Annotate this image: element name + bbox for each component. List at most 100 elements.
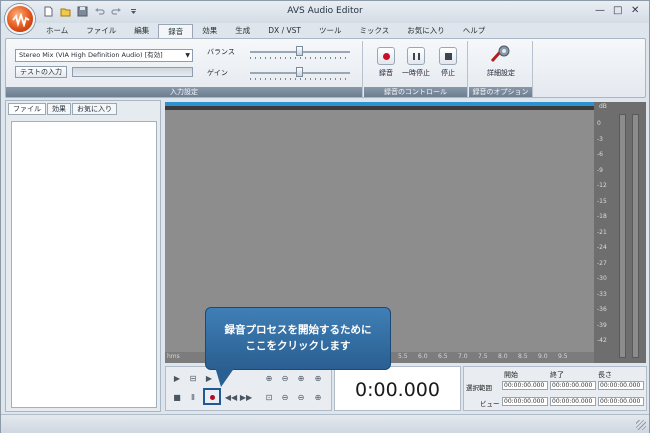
zoom-out-icon[interactable]: ⊖ — [278, 372, 292, 385]
callout-line-1: 録音プロセスを開始するために — [224, 324, 372, 336]
panel-tab-effects[interactable]: 効果 — [47, 103, 71, 115]
tab-tools[interactable]: ツール — [310, 24, 351, 38]
stop-icon — [439, 47, 457, 65]
status-bar — [1, 414, 649, 433]
pause-transport-icon[interactable]: Ⅱ — [186, 391, 200, 404]
tab-record[interactable]: 録音 — [158, 24, 194, 39]
gain-slider[interactable] — [250, 67, 350, 81]
view-end-field[interactable]: 00:00:00.000 — [550, 397, 596, 406]
panel-tabs: ファイル 効果 お気に入り — [8, 103, 118, 115]
fast-forward-icon[interactable]: ▶▶ — [239, 391, 253, 404]
zoom-full-icon[interactable]: ⊖ — [278, 391, 292, 404]
zoom-vertical-out-icon[interactable]: ⊖ — [294, 391, 308, 404]
test-input-button[interactable]: テストの入力 — [15, 66, 67, 78]
balance-slider[interactable] — [250, 46, 350, 60]
record-options-label: 録音のオプション — [469, 87, 532, 97]
zoom-fit-icon[interactable]: ⊡ — [262, 391, 276, 404]
tab-dx-vst[interactable]: DX / VST — [259, 24, 310, 38]
tick-label: 9.0 — [538, 353, 548, 360]
header-end: 終了 — [550, 371, 564, 379]
title-bar: AVS Audio Editor — □ ✕ — [1, 1, 649, 23]
advanced-settings-button[interactable]: 詳細設定 — [481, 45, 521, 78]
row-label-selection: 選択範囲 — [466, 384, 492, 392]
panel-tab-favorites[interactable]: お気に入り — [72, 103, 117, 115]
meter-tick-label: -3 — [597, 135, 603, 143]
tick-label: 7.5 — [478, 353, 488, 360]
tab-help[interactable]: ヘルプ — [454, 24, 495, 38]
tick-label: 5.5 — [398, 353, 408, 360]
header-length: 長さ — [598, 371, 612, 379]
settings-icon — [490, 45, 510, 63]
input-settings-group: Stereo Mix (VIA High Definition Audio) [… — [6, 41, 363, 97]
play-selection-icon[interactable]: ⊟ — [186, 372, 200, 385]
window-title: AVS Audio Editor — [287, 6, 363, 16]
level-meters: dB 0 -3 -6 -9 -12 -15 -18 -21 -24 -27 -30 -33 -36 -39… — [594, 102, 646, 363]
play-icon[interactable]: ▶ — [170, 372, 184, 385]
input-device-value: Stereo Mix (VIA High Definition Audio) [… — [19, 51, 163, 59]
meter-tick-label: -33 — [597, 290, 607, 298]
selection-end-field[interactable]: 00:00:00.000 — [550, 381, 596, 390]
row-label-view: ビュー — [480, 400, 500, 408]
minimize-icon[interactable]: — — [595, 5, 605, 17]
meter-tick-label: -39 — [597, 321, 607, 329]
balance-label: バランス — [207, 48, 235, 56]
right-channel-meter — [632, 114, 639, 358]
record-dot-icon — [210, 395, 215, 400]
input-device-select[interactable]: Stereo Mix (VIA High Definition Audio) [… — [15, 49, 193, 62]
input-settings-label: 入力設定 — [6, 87, 362, 97]
tab-mix[interactable]: ミックス — [350, 24, 398, 38]
view-start-field[interactable]: 00:00:00.000 — [502, 397, 548, 406]
time-display-value: 0:00.000 — [355, 379, 440, 401]
stop-button[interactable]: 停止 — [428, 47, 468, 78]
maximize-icon[interactable]: □ — [613, 5, 622, 17]
tab-generate[interactable]: 生成 — [226, 24, 259, 38]
meter-tick-label: -36 — [597, 306, 607, 313]
tab-favorites[interactable]: お気に入り — [398, 24, 454, 38]
zoom-selection-icon[interactable]: ⊕ — [294, 372, 308, 385]
header-start: 開始 — [504, 371, 518, 379]
tab-effects[interactable]: 効果 — [193, 24, 226, 38]
tab-home[interactable]: ホーム — [37, 24, 77, 38]
left-panel: ファイル 効果 お気に入り — [5, 100, 161, 412]
callout-line-2: ここをクリックします — [245, 340, 351, 352]
zoom-in-icon[interactable]: ⊕ — [262, 372, 276, 385]
tutorial-callout: 録音プロセスを開始するために ここをクリックします — [205, 307, 391, 370]
stop-label: 停止 — [441, 69, 455, 77]
meter-tick-label: -6 — [597, 151, 603, 158]
zoom-reset-icon[interactable]: ⊕ — [311, 391, 325, 404]
record-control-group: 録音 一時停止 停止 録音のコントロール — [364, 41, 468, 97]
advanced-settings-label: 詳細設定 — [487, 69, 515, 77]
meter-tick-label: -18 — [597, 213, 607, 220]
view-length-field[interactable]: 00:00:00.000 — [598, 397, 644, 406]
record-icon — [377, 47, 395, 65]
selection-length-field[interactable]: 00:00:00.000 — [598, 381, 644, 390]
meter-tick-label: -24 — [597, 244, 607, 251]
gain-label: ゲイン — [207, 69, 228, 77]
app-window: AVS Audio Editor — □ ✕ ホーム ファイル 編集 録音 効果… — [0, 0, 650, 433]
rewind-icon[interactable]: ◀◀ — [224, 391, 238, 404]
selection-info: 開始 終了 長さ 選択範囲 ビュー 00:00:00.000 00:00:00.… — [463, 366, 647, 411]
record-transport-button[interactable] — [203, 388, 221, 405]
tab-file[interactable]: ファイル — [77, 24, 125, 38]
balance-slider-thumb[interactable] — [296, 46, 303, 56]
gain-slider-thumb[interactable] — [296, 67, 303, 77]
selection-start-field[interactable]: 00:00:00.000 — [502, 381, 548, 390]
meter-tick-label: -15 — [597, 197, 607, 205]
resize-grip-icon[interactable] — [636, 420, 646, 430]
callout-pointer — [215, 367, 235, 387]
zoom-vertical-in-icon[interactable]: ⊕ — [311, 372, 325, 385]
timeline-unit: hms — [167, 353, 180, 360]
ribbon-tabs: ホーム ファイル 編集 録音 効果 生成 DX / VST ツール ミックス お… — [37, 24, 494, 39]
app-menu-button[interactable] — [5, 4, 35, 34]
close-icon[interactable]: ✕ — [631, 5, 639, 17]
tab-edit[interactable]: 編集 — [125, 24, 158, 38]
panel-tab-file[interactable]: ファイル — [8, 103, 46, 115]
play-loop-icon[interactable]: ▶ — [202, 372, 216, 385]
input-level-meter — [72, 67, 193, 77]
tick-label: 9.5 — [558, 353, 568, 360]
meter-tick-label: -42 — [597, 337, 607, 344]
record-options-group: 詳細設定 録音のオプション — [469, 41, 533, 97]
file-list[interactable] — [11, 121, 157, 408]
stop-transport-icon[interactable]: ■ — [170, 391, 184, 404]
tick-label: 8.0 — [498, 353, 508, 360]
